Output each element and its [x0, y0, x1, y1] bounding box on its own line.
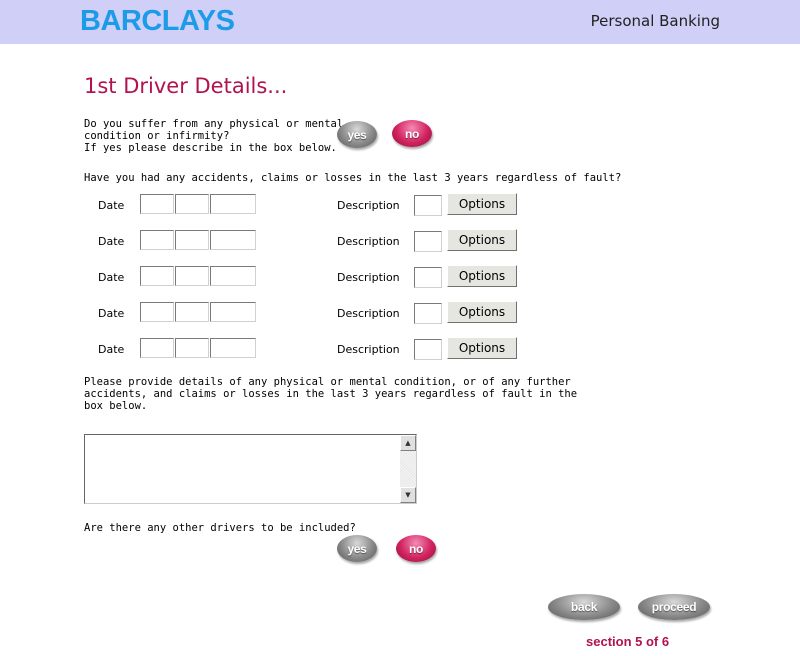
- description-label: Description: [337, 271, 400, 284]
- q1-text: Do you suffer from any physical or menta…: [84, 118, 343, 154]
- description-label: Description: [337, 343, 400, 356]
- options-button[interactable]: Options: [447, 193, 517, 215]
- date-day-input[interactable]: [140, 302, 174, 322]
- options-button[interactable]: Options: [447, 265, 517, 287]
- details-textarea[interactable]: ▲ ▼: [84, 434, 417, 504]
- date-day-input[interactable]: [140, 194, 174, 214]
- options-button[interactable]: Options: [447, 337, 517, 359]
- date-label: Date: [98, 307, 125, 320]
- date-year-input[interactable]: [210, 302, 256, 322]
- q1-line-1: Do you suffer from any physical or menta…: [84, 118, 344, 130]
- page-title: 1st Driver Details...: [84, 74, 288, 98]
- date-day-input[interactable]: [140, 266, 174, 286]
- date-label: Date: [98, 343, 125, 356]
- details-line-2: accidents, and claims or losses in the l…: [84, 388, 578, 400]
- q1-no-button[interactable]: no: [392, 120, 432, 147]
- description-code-input[interactable]: [414, 303, 442, 324]
- q1-yes-button[interactable]: yes: [337, 121, 377, 148]
- q1-line-3: If yes please describe in the box below.: [84, 142, 337, 154]
- proceed-button[interactable]: proceed: [638, 594, 710, 620]
- description-label: Description: [337, 235, 400, 248]
- date-label: Date: [98, 271, 125, 284]
- date-month-input[interactable]: [175, 302, 209, 322]
- q3-no-button[interactable]: no: [396, 535, 436, 562]
- section-indicator: section 5 of 6: [586, 634, 670, 649]
- description-code-input[interactable]: [414, 339, 442, 360]
- personal-banking-title: Personal Banking: [590, 12, 720, 30]
- q1-line-2: condition or infirmity?: [84, 130, 230, 142]
- q2-text: Have you had any accidents, claims or lo…: [84, 172, 622, 184]
- scroll-up-icon[interactable]: ▲: [400, 435, 416, 451]
- date-month-input[interactable]: [175, 230, 209, 250]
- options-button[interactable]: Options: [447, 229, 517, 251]
- date-month-input[interactable]: [175, 338, 209, 358]
- description-code-input[interactable]: [414, 231, 442, 252]
- date-year-input[interactable]: [210, 338, 256, 358]
- q3-yes-button[interactable]: yes: [337, 535, 377, 562]
- details-prompt: Please provide details of any physical o…: [84, 376, 577, 412]
- scroll-down-icon[interactable]: ▼: [400, 487, 416, 503]
- date-month-input[interactable]: [175, 194, 209, 214]
- date-day-input[interactable]: [140, 338, 174, 358]
- date-year-input[interactable]: [210, 230, 256, 250]
- barclays-logo: BARCLAYS: [80, 5, 235, 37]
- description-label: Description: [337, 199, 400, 212]
- description-label: Description: [337, 307, 400, 320]
- date-day-input[interactable]: [140, 230, 174, 250]
- date-year-input[interactable]: [210, 266, 256, 286]
- description-code-input[interactable]: [414, 267, 442, 288]
- date-label: Date: [98, 199, 125, 212]
- date-month-input[interactable]: [175, 266, 209, 286]
- header-bar: BARCLAYS Personal Banking: [0, 0, 800, 44]
- details-line-1: Please provide details of any physical o…: [84, 376, 571, 388]
- details-line-3: box below.: [84, 400, 148, 412]
- options-button[interactable]: Options: [447, 301, 517, 323]
- date-label: Date: [98, 235, 125, 248]
- date-year-input[interactable]: [210, 194, 256, 214]
- q3-text: Are there any other drivers to be includ…: [84, 522, 356, 534]
- back-button[interactable]: back: [548, 594, 620, 620]
- details-scrollbar[interactable]: ▲ ▼: [400, 435, 416, 503]
- description-code-input[interactable]: [414, 195, 442, 216]
